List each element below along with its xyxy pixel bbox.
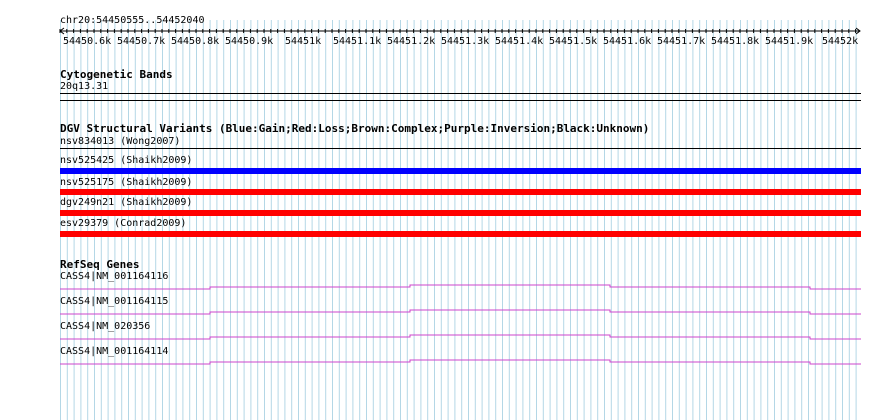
gene-model-line[interactable] (60, 309, 861, 315)
gene-models (60, 284, 861, 365)
gene-model-line[interactable] (60, 359, 861, 365)
gene-model-line[interactable] (60, 334, 861, 340)
gene-model-line[interactable] (60, 284, 861, 290)
